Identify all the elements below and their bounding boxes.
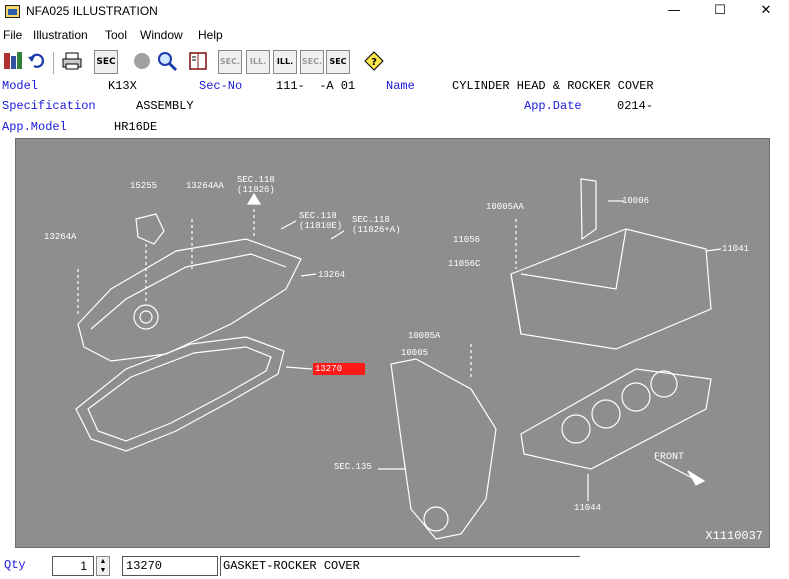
name-value: CYLINDER HEAD & ROCKER COVER [452,79,654,93]
callout-11056c[interactable]: 11056C [448,259,480,269]
appdate-value: 0214- [617,99,654,113]
callout-10005[interactable]: 10005 [401,348,428,358]
part-name-field: GASKET-ROCKER COVER [220,556,580,576]
stepper-up-icon[interactable]: ▲ [97,557,109,566]
exploded-parts-drawing [75,178,722,540]
stepper-down-icon[interactable]: ▼ [97,566,109,575]
qty-input[interactable]: 1 [52,556,94,576]
sec-button[interactable]: SEC [94,50,118,74]
menu-window[interactable]: Window [140,28,183,42]
callout-10006[interactable]: 10006 [622,196,649,206]
secno-value: 111- -A 01 [276,79,356,93]
book-icon[interactable] [186,50,210,74]
magnify-icon[interactable] [155,50,179,74]
model-label: Model [2,79,39,93]
menu-illustration[interactable]: Illustration [33,28,88,42]
callout-sec118-11826[interactable]: SEC.118 (11826) [237,175,275,195]
print-icon[interactable] [60,50,84,74]
appmodel-label: App.Model [2,120,67,134]
minimize-button[interactable]: — [651,0,697,22]
appdate-label: App.Date [524,99,582,113]
front-direction-label: FRONT [654,452,685,463]
sec-prev-button[interactable]: SEC. [218,50,242,74]
callout-11041[interactable]: 11041 [722,244,749,254]
sec-next-button[interactable]: SEC. [300,50,324,74]
qty-stepper[interactable]: ▲ ▼ [96,556,110,576]
callout-11056[interactable]: 11056 [453,235,480,245]
spec-label: Specification [2,99,96,113]
ill-prev-button[interactable]: ILL. [246,50,270,74]
menu-bar: File Illustration Tool Window Help [0,26,789,46]
callout-sec118-11826a[interactable]: SEC.118 (11826+A) [352,215,401,235]
callout-sec135[interactable]: SEC.135 [334,462,372,472]
callout-sec118-11810e[interactable]: SEC.118 (11810E) [299,211,342,231]
qty-label: Qty [4,558,26,572]
menu-tool[interactable]: Tool [105,28,127,42]
sec-query-button[interactable]: SEC [326,50,350,74]
callout-10005aa[interactable]: 10005AA [486,202,524,212]
record-icon[interactable] [130,50,154,74]
illustration-canvas[interactable]: 15255 13264AA SEC.118 (11826) SEC.118 (1… [15,138,770,548]
drawing-id: X1110037 [705,529,763,543]
model-value: K13X [108,79,137,93]
close-button[interactable]: ✕ [743,0,789,22]
part-number-field: 13270 [122,556,218,576]
svg-text:?: ? [371,57,377,68]
name-label: Name [386,79,415,93]
ill-next-button[interactable]: ILL. [273,50,297,74]
callout-13264a[interactable]: 13264A [44,232,76,242]
maximize-button[interactable]: ☐ [697,0,743,22]
selection-bar: Qty 1 ▲ ▼ 13270 GASKET-ROCKER COVER [0,553,789,579]
callout-11044[interactable]: 11044 [574,503,601,513]
spec-value: ASSEMBLY [136,99,194,113]
callout-10005a[interactable]: 10005A [408,331,440,341]
toolbar-separator [53,52,54,74]
callout-13264aa[interactable]: 13264AA [186,181,224,191]
title-bar: NFA025 ILLUSTRATION — ☐ ✕ [0,0,789,24]
undo-icon[interactable] [25,50,49,74]
callout-15255[interactable]: 15255 [130,181,157,191]
toolbar: SEC SEC. ILL. ILL. SEC. SEC ? [0,48,789,78]
callout-13264[interactable]: 13264 [318,270,345,280]
secno-label: Sec-No [199,79,243,93]
appmodel-value: HR16DE [114,120,158,134]
app-icon [5,5,20,18]
menu-file[interactable]: File [3,28,22,42]
window-title: NFA025 ILLUSTRATION [26,4,158,18]
parts-catalog-icon[interactable] [1,50,25,74]
hint-icon[interactable]: ? [362,50,386,74]
callout-13270-selected[interactable]: 13270 [313,363,365,375]
menu-help[interactable]: Help [198,28,223,42]
